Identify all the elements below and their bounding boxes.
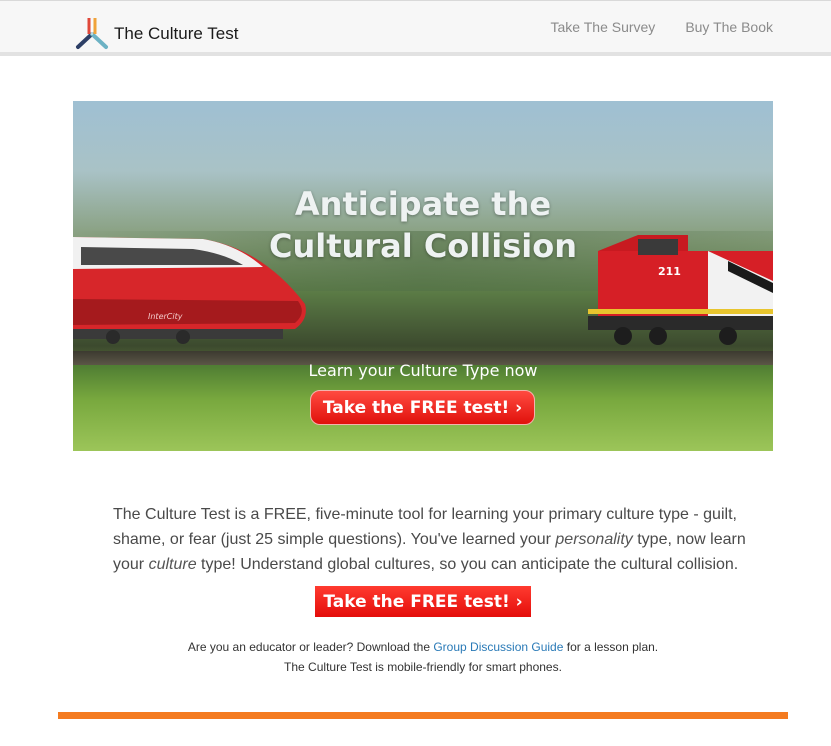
train-brand-label: InterCity bbox=[148, 312, 183, 321]
educator-note-text-end: for a lesson plan. bbox=[563, 640, 659, 654]
intro-emphasis-culture: culture bbox=[148, 556, 197, 573]
footer-accent-bar bbox=[58, 712, 788, 719]
discussion-guide-link[interactable]: Group Discussion Guide bbox=[433, 640, 563, 654]
logo-tripod-icon bbox=[76, 18, 108, 49]
educator-note-text: Are you an educator or leader? Download … bbox=[187, 640, 434, 654]
logo-link[interactable]: The Culture Test bbox=[72, 14, 238, 52]
logo-text: The Culture Test bbox=[114, 24, 239, 43]
educator-note: Are you an educator or leader? Download … bbox=[73, 640, 773, 654]
site-header: The Culture Test Take The Survey Buy The… bbox=[0, 0, 831, 56]
hero-headline: Anticipate the Cultural Collision bbox=[73, 183, 773, 267]
nav-buy-book[interactable]: Buy The Book bbox=[685, 19, 773, 35]
mobile-note: The Culture Test is mobile-friendly for … bbox=[284, 660, 562, 674]
hero-headline-line1: Anticipate the bbox=[294, 185, 552, 223]
intro-paragraph: The Culture Test is a FREE, five-minute … bbox=[113, 502, 778, 577]
intro-text-3: type! Understand global cultures, so you… bbox=[196, 556, 739, 573]
hero-headline-line2: Cultural Collision bbox=[269, 227, 577, 265]
free-test-button[interactable]: Take the FREE test! › bbox=[315, 586, 531, 617]
hero-banner[interactable]: InterCity 211 Anticipate the Cultural Co… bbox=[73, 101, 773, 451]
hero-free-test-button[interactable]: Take the FREE test! › bbox=[310, 390, 535, 425]
hero-subtitle: Learn your Culture Type now bbox=[308, 361, 538, 380]
nav-take-survey[interactable]: Take The Survey bbox=[551, 19, 656, 35]
top-nav: Take The Survey Buy The Book bbox=[551, 19, 773, 35]
intro-emphasis-personality: personality bbox=[555, 531, 633, 548]
